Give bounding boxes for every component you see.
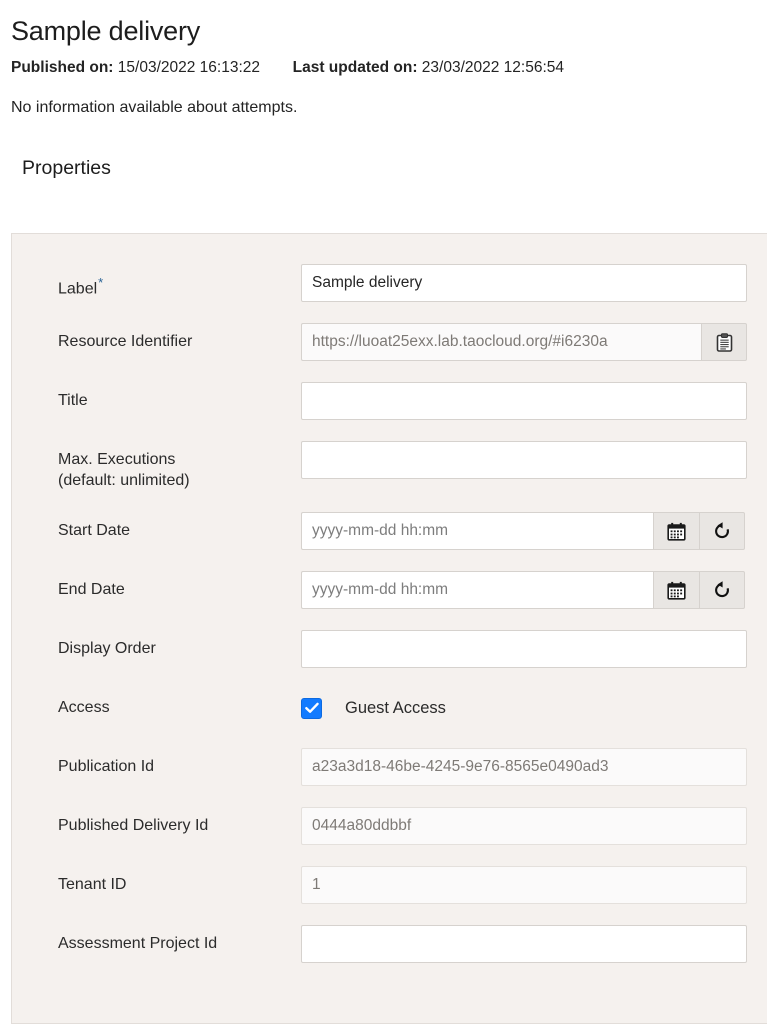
properties-section-title: Properties [22,156,767,180]
field-label-text: Label [58,280,97,297]
start-date-input[interactable] [301,512,653,550]
field-control-published-delivery-id [301,807,767,845]
field-control-publication-id [301,748,767,786]
last-updated-on-value: 23/03/2022 12:56:54 [422,59,564,76]
form-row-published-delivery-id: Published Delivery Id [12,807,767,845]
field-label-title: Title [58,382,301,411]
clipboard-icon [716,333,733,352]
resource-identifier-input-group [301,323,747,361]
end-date-calendar-button[interactable] [653,571,699,609]
field-label-assessment-project-id: Assessment Project Id [58,925,301,954]
calendar-icon [667,522,686,541]
form-row-max-executions: Max. Executions (default: unlimited) [12,441,767,491]
attempts-note: No information available about attempts. [11,98,767,118]
delivery-properties-page: Sample delivery Published on: 15/03/2022… [0,0,767,1024]
field-label-max-executions: Max. Executions (default: unlimited) [58,441,301,491]
guest-access-checkbox[interactable] [301,698,322,719]
form-row-resource-identifier: Resource Identifier [12,323,767,361]
reset-icon [712,521,732,541]
assessment-project-id-input[interactable] [301,925,747,963]
guest-access-label: Guest Access [345,698,446,719]
form-row-title: Title [12,382,767,420]
required-marker: * [98,275,103,290]
label-input[interactable] [301,264,747,302]
publication-id-input[interactable] [301,748,747,786]
end-date-reset-button[interactable] [699,571,745,609]
guest-access-checkbox-wrap: Guest Access [301,689,446,727]
form-row-display-order: Display Order [12,630,767,668]
end-date-input[interactable] [301,571,653,609]
last-updated-on-label: Last updated on: [293,59,418,76]
copy-resource-identifier-button[interactable] [701,323,747,361]
field-label-start-date: Start Date [58,512,301,541]
field-control-resource-identifier [301,323,767,361]
field-control-max-executions [301,441,767,479]
field-control-tenant-id [301,866,767,904]
published-delivery-id-input[interactable] [301,807,747,845]
checkmark-icon [305,702,319,714]
form-row-end-date: End Date [12,571,767,609]
form-row-publication-id: Publication Id [12,748,767,786]
field-control-access: Guest Access [301,689,767,727]
field-control-label [301,264,767,302]
page-title: Sample delivery [11,14,767,48]
calendar-icon [667,581,686,600]
max-executions-label-sub: (default: unlimited) [58,470,291,491]
title-input[interactable] [301,382,747,420]
form-row-label: Label* [12,264,767,302]
end-date-input-group [301,571,745,609]
max-executions-input[interactable] [301,441,747,479]
field-label-display-order: Display Order [58,630,301,659]
page-header: Sample delivery Published on: 15/03/2022… [0,0,767,180]
field-control-display-order [301,630,767,668]
field-label-access: Access [58,689,301,718]
field-control-assessment-project-id [301,925,767,963]
field-label-end-date: End Date [58,571,301,600]
form-row-tenant-id: Tenant ID [12,866,767,904]
form-row-start-date: Start Date [12,512,767,550]
publication-meta: Published on: 15/03/2022 16:13:22 Last u… [11,58,767,78]
field-control-title [301,382,767,420]
field-control-start-date [301,512,767,550]
reset-icon [712,580,732,600]
field-label-resource-identifier: Resource Identifier [58,323,301,352]
display-order-input[interactable] [301,630,747,668]
published-on-label: Published on: [11,59,113,76]
properties-panel: Label* Resource Identifier [11,233,767,1024]
form-row-access: Access Guest Access [12,689,767,727]
max-executions-label-main: Max. Executions [58,451,175,468]
field-label-label: Label* [58,264,301,299]
field-label-publication-id: Publication Id [58,748,301,777]
field-label-published-delivery-id: Published Delivery Id [58,807,301,836]
form-row-assessment-project-id: Assessment Project Id [12,925,767,963]
start-date-input-group [301,512,745,550]
field-control-end-date [301,571,767,609]
tenant-id-input[interactable] [301,866,747,904]
published-on-value: 15/03/2022 16:13:22 [118,59,260,76]
start-date-calendar-button[interactable] [653,512,699,550]
field-label-tenant-id: Tenant ID [58,866,301,895]
resource-identifier-input[interactable] [301,323,701,361]
start-date-reset-button[interactable] [699,512,745,550]
